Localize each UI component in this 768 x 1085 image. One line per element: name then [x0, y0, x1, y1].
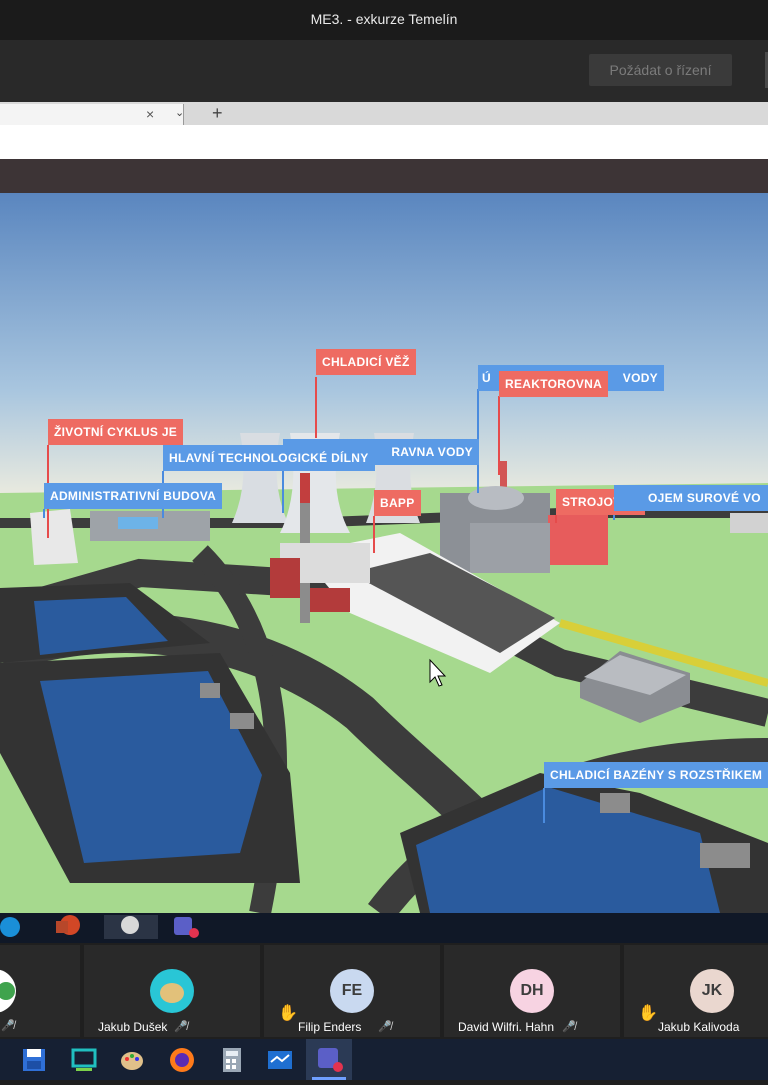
meeting-toolbar: Požádat o řízení [0, 40, 768, 102]
paint-icon[interactable] [118, 1046, 146, 1074]
label-hlavni-dilny[interactable]: HLAVNÍ TECHNOLOGICKÉ DÍLNY [163, 445, 375, 471]
edge-icon[interactable] [0, 915, 30, 939]
label-administrativni-budova[interactable]: ADMINISTRATIVNÍ BUDOVA [44, 483, 223, 509]
mic-muted-icon: 🎤̸ [1, 1020, 15, 1032]
plant-3d-view[interactable]: CHLADICÍ VĚŽ Ú VODY REAKTOROVNA ŽIVOTNÍ … [0, 193, 768, 926]
save-icon[interactable] [20, 1046, 48, 1074]
shared-address-bar[interactable] [0, 125, 768, 160]
browser-tab[interactable]: × ⌄ [0, 104, 184, 125]
app-icon[interactable] [104, 915, 158, 939]
powerpoint-icon[interactable] [52, 915, 82, 939]
avatar: DH [510, 969, 554, 1013]
participant-tile[interactable]: ✋ FE Filip Enders 🎤̸ [264, 945, 440, 1037]
participant-tile[interactable]: 🎤̸ [0, 945, 80, 1037]
raised-hand-icon: ✋ [638, 1005, 658, 1022]
avatar [0, 969, 16, 1013]
label-chladici-bazeny[interactable]: CHLADICÍ BAZÉNY S ROZSTŘIKEM [544, 762, 768, 788]
participant-name: Jakub Dušek [98, 1020, 168, 1034]
avatar: FE [330, 969, 374, 1013]
firefox-icon[interactable] [168, 1046, 196, 1074]
avatar [150, 969, 194, 1013]
label-vody-text: VODY [622, 371, 658, 385]
windows-taskbar [0, 1039, 768, 1080]
shared-browser-tab-strip: × ⌄ + [0, 102, 768, 125]
window-title: ME3. - exkurze Temelín [310, 11, 458, 27]
mic-muted-icon: 🎤̸ [562, 1021, 576, 1033]
monitor-icon[interactable] [70, 1046, 98, 1074]
label-reaktorovna[interactable]: REAKTOROVNA [499, 371, 609, 397]
participant-tile[interactable]: Jakub Dušek 🎤̸ [84, 945, 260, 1037]
participant-name: David Wilfri. Hahn [458, 1020, 555, 1034]
avatar: JK [690, 969, 734, 1013]
raised-hand-icon: ✋ [278, 1005, 298, 1022]
teams-icon[interactable] [170, 915, 200, 939]
label-zivotni-cyklus[interactable]: ŽIVOTNÍ CYKLUS JE [48, 419, 184, 445]
window-title-bar: ME3. - exkurze Temelín [0, 0, 768, 40]
tab-close-icon[interactable]: × [146, 106, 154, 122]
participant-name: Jakub Kalivoda [658, 1020, 740, 1034]
mic-muted-icon: 🎤̸ [378, 1021, 392, 1033]
new-tab-icon[interactable]: + [212, 103, 223, 124]
request-control-button[interactable]: Požádat o řízení [589, 54, 732, 86]
label-bapp[interactable]: BAPP [374, 490, 421, 516]
mic-muted-icon: 🎤̸ [174, 1021, 188, 1033]
shared-page-header [0, 159, 768, 193]
calculator-icon[interactable] [218, 1046, 246, 1074]
participant-tile[interactable]: DH David Wilfri. Hahn 🎤̸ [444, 945, 620, 1037]
label-zasobni[interactable]: OJEM SUROVÉ VO [614, 485, 768, 511]
whiteboard-icon[interactable] [266, 1046, 294, 1074]
plant-3d-render [0, 193, 768, 926]
participant-tile[interactable]: ✋ JK Jakub Kalivoda [624, 945, 768, 1037]
participant-name: Filip Enders [298, 1020, 362, 1034]
label-chladici-vez[interactable]: CHLADICÍ VĚŽ [316, 349, 416, 375]
label-u-text: Ú [482, 371, 491, 385]
chevron-down-icon[interactable]: ⌄ [175, 106, 184, 119]
teams-taskbar-icon[interactable] [306, 1039, 352, 1080]
